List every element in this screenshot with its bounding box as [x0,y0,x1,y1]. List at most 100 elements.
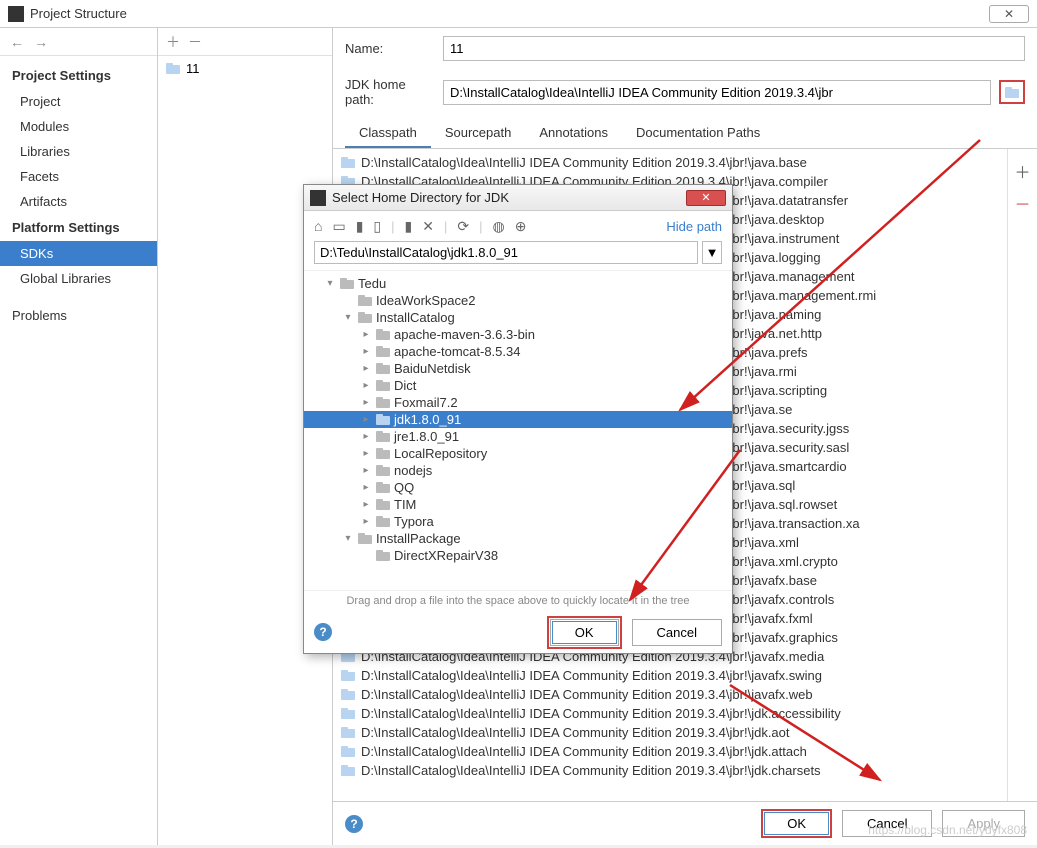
tree-item[interactable]: ▸Typora [304,513,732,530]
tree-item[interactable]: ▸ Dict [304,377,732,394]
classpath-item[interactable]: D:\InstallCatalog\Idea\IntelliJ IDEA Com… [333,666,1007,685]
remove-icon[interactable]: － [188,32,202,52]
classpath-item[interactable]: D:\InstallCatalog\Idea\IntelliJ IDEA Com… [333,153,1007,172]
module-icon[interactable]: ▯ [373,218,381,235]
classpath-item[interactable]: D:\InstallCatalog\Idea\IntelliJ IDEA Com… [333,704,1007,723]
expander-icon[interactable]: ▸ [360,482,372,493]
tree-item-label: Dict [394,378,416,393]
folder-icon [340,278,354,289]
tab-annotations[interactable]: Annotations [525,119,622,148]
ok-button[interactable]: OK [761,809,832,838]
project-icon[interactable]: ▮ [356,218,364,235]
expander-icon[interactable]: ▸ [360,329,372,340]
nav-sdks[interactable]: SDKs [0,241,157,266]
nav-artifacts[interactable]: Artifacts [0,189,157,214]
tree-item-label: LocalRepository [394,446,487,461]
expander-icon[interactable]: ▸ [360,516,372,527]
forward-icon[interactable]: → [34,34,48,50]
help-icon[interactable]: ? [345,815,363,833]
expander-icon[interactable]: ▸ [360,397,372,408]
expander-icon[interactable]: ▸ [360,346,372,357]
name-field[interactable] [443,36,1025,61]
folder-icon [376,363,390,374]
newfolder-icon[interactable]: ▮ [405,218,413,235]
folder-icon [376,397,390,408]
nav-libraries[interactable]: Libraries [0,139,157,164]
tree-item[interactable]: ▾InstallPackage [304,530,732,547]
classpath-item[interactable]: D:\InstallCatalog\Idea\IntelliJ IDEA Com… [333,723,1007,742]
expand-icon[interactable]: ⊕ [515,218,527,235]
tree-item[interactable]: ▸ jdk1.8.0_91 [304,411,732,428]
tree-item[interactable]: ▾Tedu [304,275,732,292]
tab-sourcepath[interactable]: Sourcepath [431,119,526,148]
classpath-item-label: D:\InstallCatalog\Idea\IntelliJ IDEA Com… [361,668,822,683]
nav-problems[interactable]: Problems [0,303,157,328]
tree-item[interactable]: ▸apache-tomcat-8.5.34 [304,343,732,360]
tree-item[interactable]: ▸BaiduNetdisk [304,360,732,377]
delete-icon[interactable]: ✕ [422,218,434,235]
classpath-remove-icon[interactable]: － [1008,187,1037,219]
refresh-icon[interactable]: ⟳ [457,218,469,235]
expander-icon[interactable]: ▸ [360,414,372,425]
expander-icon[interactable]: ▸ [360,448,372,459]
expander-icon[interactable]: ▸ [360,499,372,510]
tree-item[interactable]: ▸ TIM [304,496,732,513]
folder-icon [341,746,355,757]
tree-item-label: jdk1.8.0_91 [394,412,461,427]
tree-item[interactable]: ▸ LocalRepository [304,445,732,462]
sdk-item[interactable]: 11 [158,56,332,81]
nav-project[interactable]: Project [0,89,157,114]
classpath-add-icon[interactable]: ＋ [1008,155,1037,187]
classpath-item[interactable]: D:\InstallCatalog\Idea\IntelliJ IDEA Com… [333,761,1007,780]
desktop-icon[interactable]: ▭ [332,218,345,235]
dialog-close-icon[interactable]: ✕ [686,190,726,206]
tree-item[interactable]: ▸Foxmail7.2 [304,394,732,411]
show-hidden-icon[interactable]: ◍ [493,218,505,235]
path-field[interactable] [443,80,991,105]
tree-area[interactable]: ▾TeduIdeaWorkSpace2▾InstallCatalog▸apach… [304,270,732,591]
home-icon[interactable]: ⌂ [314,218,322,234]
tree-item[interactable]: ▸jre1.8.0_91 [304,428,732,445]
classpath-item[interactable]: D:\InstallCatalog\Idea\IntelliJ IDEA Com… [333,742,1007,761]
back-icon[interactable]: ← [10,34,24,50]
tree-item[interactable]: DirectXRepairV38 [304,547,732,564]
classpath-item[interactable]: D:\InstallCatalog\Idea\IntelliJ IDEA Com… [333,685,1007,704]
dialog-cancel-button[interactable]: Cancel [632,619,722,646]
project-settings-header: Project Settings [0,62,157,89]
watermark: https://blog.csdn.net/ydyfx808 [868,823,1027,837]
tab-classpath[interactable]: Classpath [345,119,431,148]
dialog-path-field[interactable] [314,241,698,264]
tree-item[interactable]: ▸nodejs [304,462,732,479]
classpath-item-label: D:\InstallCatalog\Idea\IntelliJ IDEA Com… [361,687,813,702]
expander-icon[interactable]: ▸ [360,363,372,374]
nav-modules[interactable]: Modules [0,114,157,139]
dialog-app-icon [310,190,326,206]
tree-item-label: IdeaWorkSpace2 [376,293,476,308]
tree-item-label: TIM [394,497,416,512]
nav-global-libraries[interactable]: Global Libraries [0,266,157,291]
tree-item[interactable]: ▾InstallCatalog [304,309,732,326]
tree-item[interactable]: ▸QQ [304,479,732,496]
folder-icon [376,414,390,425]
browse-icon[interactable] [1002,83,1022,101]
dialog-ok-button[interactable]: OK [550,619,619,646]
history-icon[interactable]: ▼ [702,241,722,264]
close-icon[interactable]: ✕ [989,5,1029,23]
tab-docpaths[interactable]: Documentation Paths [622,119,774,148]
dialog-help-icon[interactable]: ? [314,623,332,641]
tree-item[interactable]: ▸apache-maven-3.6.3-bin [304,326,732,343]
expander-icon[interactable]: ▾ [342,533,354,544]
tree-item[interactable]: IdeaWorkSpace2 [304,292,732,309]
left-panel: ← → Project Settings Project Modules Lib… [0,28,158,845]
title-bar: Project Structure ✕ [0,0,1037,28]
folder-icon [341,157,355,168]
add-icon[interactable]: ＋ [166,32,180,52]
expander-icon[interactable]: ▸ [360,431,372,442]
classpath-item-label: D:\InstallCatalog\Idea\IntelliJ IDEA Com… [361,706,841,721]
expander-icon[interactable]: ▸ [360,380,372,391]
nav-facets[interactable]: Facets [0,164,157,189]
hide-path-link[interactable]: Hide path [666,219,722,234]
expander-icon[interactable]: ▸ [360,465,372,476]
expander-icon[interactable]: ▾ [324,278,336,289]
expander-icon[interactable]: ▾ [342,312,354,323]
